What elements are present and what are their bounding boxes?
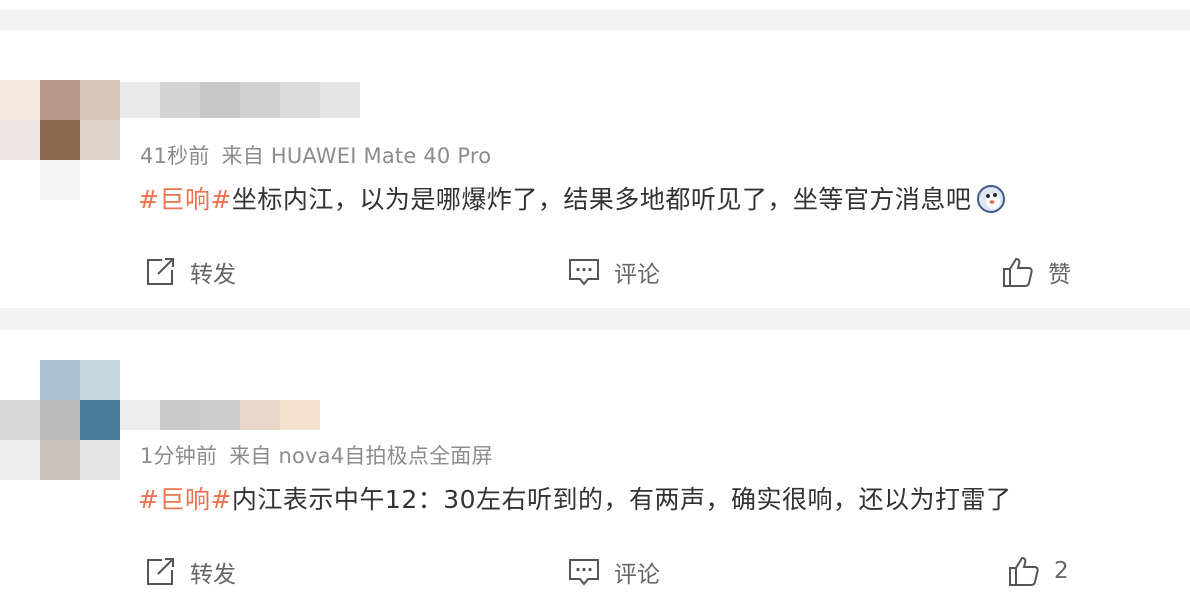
post-time: 1分钟前 <box>140 444 218 468</box>
post-meta: 1分钟前 来自 nova4自拍极点全面屏 <box>140 440 493 470</box>
source-prefix: 来自 <box>221 144 264 168</box>
like-count: 2 <box>1054 558 1069 584</box>
like-button[interactable]: 2 <box>1008 555 1069 587</box>
repost-icon <box>147 258 174 285</box>
like-button[interactable]: 赞 <box>1002 255 1071 289</box>
post-source[interactable]: HUAWEI Mate 40 Pro <box>271 144 491 168</box>
username[interactable] <box>120 82 360 118</box>
post-meta: 41秒前 来自 HUAWEI Mate 40 Pro <box>140 140 491 170</box>
post-text: #巨响#内江表示中午12：30左右听到的，有两声，确实很响，还以为打雷了 <box>138 480 1012 516</box>
avatar[interactable] <box>0 360 120 480</box>
post-body: 坐标内江，以为是哪爆炸了，结果多地都听见了，坐等官方消息吧 <box>231 185 972 214</box>
post-source[interactable]: nova4自拍极点全面屏 <box>278 444 492 468</box>
repost-label: 转发 <box>190 562 236 588</box>
username[interactable] <box>120 400 320 430</box>
post-body: 内江表示中午12：30左右听到的，有两声，确实很响，还以为打雷了 <box>231 485 1012 514</box>
post-time: 41秒前 <box>140 144 210 168</box>
hashtag-link[interactable]: #巨响# <box>138 485 232 514</box>
repost-label: 转发 <box>190 262 236 288</box>
comment-button[interactable]: 评论 <box>568 255 660 289</box>
post-card: 1分钟前 来自 nova4自拍极点全面屏 #巨响#内江表示中午12：30左右听到的… <box>0 330 1190 616</box>
source-prefix: 来自 <box>229 444 272 468</box>
comment-icon <box>569 259 599 286</box>
previous-card-bottom <box>0 0 1190 10</box>
thumbs-up-icon <box>1009 556 1039 586</box>
thumbs-up-icon <box>1003 257 1033 287</box>
comment-icon <box>569 559 599 586</box>
doge-emoji-icon <box>977 185 1006 213</box>
like-label: 赞 <box>1048 262 1071 288</box>
post-card: 41秒前 来自 HUAWEI Mate 40 Pro #巨响#坐标内江，以为是哪爆… <box>0 30 1190 308</box>
avatar[interactable] <box>0 80 120 200</box>
hashtag-link[interactable]: #巨响# <box>138 185 232 214</box>
comment-label: 评论 <box>614 562 660 588</box>
repost-button[interactable]: 转发 <box>144 555 236 589</box>
comment-button[interactable]: 评论 <box>568 555 660 589</box>
post-text: #巨响#坐标内江，以为是哪爆炸了，结果多地都听见了，坐等官方消息吧 <box>138 180 1006 216</box>
repost-icon <box>147 558 174 585</box>
comment-label: 评论 <box>614 262 660 288</box>
repost-button[interactable]: 转发 <box>144 255 236 289</box>
